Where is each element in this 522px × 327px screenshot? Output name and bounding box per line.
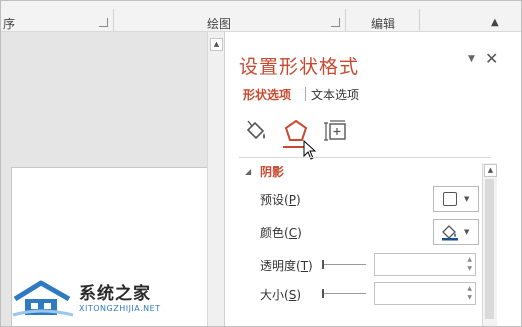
powerpoint-window: 序 绘图 编辑 ▲ ▲ 设置形状格式 ▼ ✕ 形状选项 文本选项 ◢ 阴影 预设… <box>0 0 522 327</box>
size-accesskey: S <box>288 288 297 302</box>
ribbon-group-drawing-label: 绘图 <box>207 17 232 31</box>
house-logo-icon <box>12 280 74 317</box>
ribbon-group-arrange-label: 序 <box>3 17 16 31</box>
chevron-down-icon: ▼ <box>464 228 470 236</box>
spin-down-icon[interactable]: ▼ <box>467 294 472 301</box>
watermark-url: XITONGZHIJIA.NET <box>79 304 161 313</box>
collapse-ribbon-icon[interactable]: ▲ <box>491 17 499 28</box>
size-slider-thumb[interactable] <box>322 289 324 298</box>
color-picker[interactable]: ▼ <box>433 219 479 245</box>
tab-shape-options[interactable]: 形状选项 <box>243 86 291 103</box>
size-spinbox[interactable]: ▲ ▼ <box>374 282 476 305</box>
ribbon-divider <box>419 9 420 31</box>
slide-scrollbar[interactable]: ▲ <box>207 32 224 326</box>
size-properties-icon[interactable] <box>323 118 349 144</box>
color-accesskey: C <box>288 226 298 240</box>
presets-label-text: 预设 <box>260 193 285 207</box>
scrollbar-thumb[interactable] <box>485 179 494 319</box>
ribbon-group-editing-label: 编辑 <box>371 17 396 31</box>
transparency-label: 透明度(T) <box>260 259 313 273</box>
size-slider-track[interactable] <box>322 293 366 294</box>
spin-up-icon[interactable]: ▲ <box>467 256 472 263</box>
paint-bucket-icon <box>442 225 458 241</box>
transparency-slider-thumb[interactable] <box>322 260 324 269</box>
section-shadow-title[interactable]: 阴影 <box>260 163 284 180</box>
collapse-section-icon[interactable]: ◢ <box>245 167 251 176</box>
transparency-accesskey: T <box>300 259 309 273</box>
format-shape-pane: 设置形状格式 ▼ ✕ 形状选项 文本选项 ◢ 阴影 预设(P) ▼ 颜色(C) … <box>224 32 521 326</box>
dialog-launcher-icon[interactable] <box>331 18 340 27</box>
color-label: 颜色(C) <box>260 226 302 240</box>
transparency-spinbox[interactable]: ▲ ▼ <box>374 253 476 276</box>
ribbon-divider <box>345 9 346 31</box>
spin-up-icon[interactable]: ▲ <box>467 285 472 292</box>
dialog-launcher-icon[interactable] <box>99 18 108 27</box>
pane-title: 设置形状格式 <box>239 56 360 78</box>
fill-line-icon[interactable] <box>243 118 269 144</box>
chevron-down-icon: ▼ <box>464 195 470 203</box>
presets-accesskey: P <box>288 193 296 207</box>
spin-down-icon[interactable]: ▼ <box>467 265 472 272</box>
scroll-up-icon[interactable]: ▲ <box>210 38 223 51</box>
transparency-label-text: 透明度 <box>260 259 297 273</box>
presets-picker[interactable]: ▼ <box>433 186 479 212</box>
pane-options-icon[interactable]: ▼ <box>468 54 475 64</box>
transparency-slider-track[interactable] <box>322 264 366 265</box>
pane-scrollbar[interactable]: ▲ <box>482 163 497 326</box>
tab-separator <box>305 87 306 101</box>
watermark-title: 系统之家 <box>79 284 151 304</box>
size-label-text: 大小 <box>260 288 285 302</box>
close-icon[interactable]: ✕ <box>485 49 498 68</box>
size-label: 大小(S) <box>260 288 302 302</box>
ribbon-divider <box>113 9 114 31</box>
color-label-text: 颜色 <box>260 226 285 240</box>
site-watermark: 系统之家 XITONGZHIJIA.NET <box>11 277 181 321</box>
tab-text-options[interactable]: 文本选项 <box>311 86 359 103</box>
pane-divider <box>239 157 491 158</box>
shadow-preset-swatch-icon <box>443 192 457 206</box>
presets-label: 预设(P) <box>260 193 301 207</box>
ribbon-group-strip: 序 绘图 编辑 ▲ <box>1 1 521 32</box>
scroll-up-icon[interactable]: ▲ <box>484 164 497 177</box>
